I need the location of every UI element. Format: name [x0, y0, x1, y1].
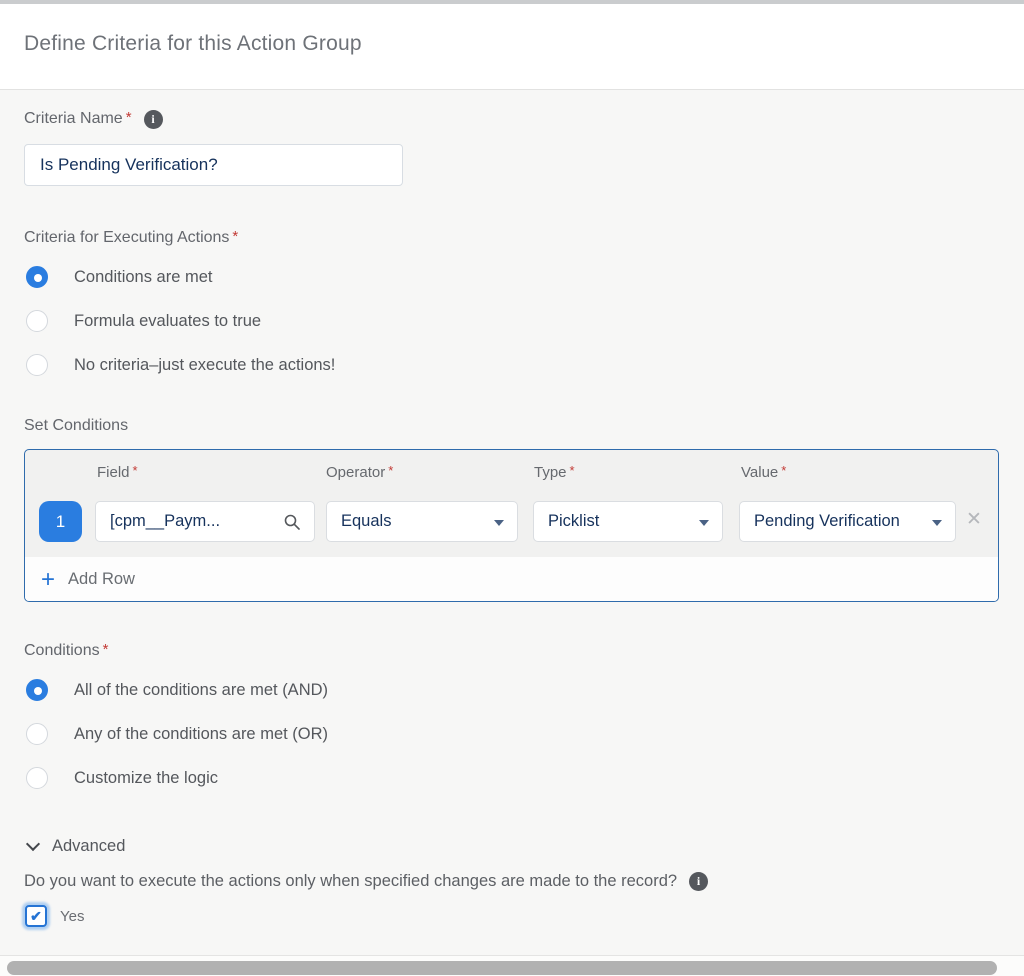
required-asterisk: * [781, 463, 786, 478]
required-asterisk: * [126, 109, 132, 126]
conditions-label-row: Conditions * [24, 641, 1000, 661]
radio-option-conditions-are-met[interactable]: Conditions are met [24, 262, 1000, 292]
radio-unselected-icon[interactable] [26, 723, 48, 745]
horizontal-scrollbar-track [0, 955, 1024, 976]
define-criteria-panel: Define Criteria for this Action Group Cr… [0, 0, 1024, 976]
radio-option-label: Any of the conditions are met (OR) [74, 725, 328, 744]
criteria-name-label-row: Criteria Name * i [24, 109, 1000, 129]
required-asterisk: * [232, 228, 238, 245]
radio-option-label: Customize the logic [74, 769, 218, 788]
field-lookup-value: [cpm__Paym... [110, 512, 220, 531]
radio-unselected-icon[interactable] [26, 767, 48, 789]
yes-checkbox-row[interactable]: ✔ Yes [24, 904, 1000, 928]
panel-header: Define Criteria for this Action Group [0, 4, 1024, 90]
set-conditions-box: Field* Operator* Type* Value* 1 [cpm__Pa… [24, 449, 999, 602]
row-number-badge[interactable]: 1 [39, 501, 82, 542]
radio-selected-icon[interactable] [26, 679, 48, 701]
radio-selected-icon[interactable] [26, 266, 48, 288]
info-icon-glyph: i [697, 874, 700, 889]
horizontal-scrollbar-thumb[interactable] [7, 961, 997, 975]
info-icon[interactable]: i [689, 872, 708, 891]
page-title: Define Criteria for this Action Group [24, 32, 362, 56]
chevron-down-icon [699, 520, 709, 526]
column-header-field: Field* [97, 464, 138, 481]
column-header-operator: Operator* [326, 464, 393, 481]
panel-body: Criteria Name * i Criteria for Executing… [0, 91, 1024, 955]
criteria-name-label: Criteria Name [24, 110, 123, 128]
radio-option-label: No criteria–just execute the actions! [74, 356, 335, 375]
radio-unselected-icon[interactable] [26, 310, 48, 332]
type-select[interactable]: Picklist [533, 501, 723, 542]
conditions-label: Conditions [24, 642, 100, 660]
radio-option-customize-logic[interactable]: Customize the logic [24, 763, 1000, 793]
column-header-type: Type* [534, 464, 575, 481]
value-text: Pending Verification [754, 512, 931, 531]
advanced-question: Do you want to execute the actions only … [24, 872, 677, 891]
operator-select[interactable]: Equals [326, 501, 518, 542]
radio-option-label: Formula evaluates to true [74, 312, 261, 331]
set-conditions-label-row: Set Conditions [24, 416, 1000, 436]
chevron-down-icon [494, 520, 504, 526]
criteria-name-input[interactable] [24, 144, 403, 186]
add-icon: + [41, 568, 55, 592]
chevron-down-icon [932, 520, 942, 526]
radio-option-label: Conditions are met [74, 268, 213, 287]
row-number: 1 [56, 512, 65, 532]
radio-option-formula-evaluates[interactable]: Formula evaluates to true [24, 306, 1000, 336]
radio-unselected-icon[interactable] [26, 354, 48, 376]
required-asterisk: * [103, 641, 109, 658]
field-lookup-input[interactable]: [cpm__Paym... [95, 501, 315, 542]
required-asterisk: * [133, 463, 138, 478]
value-select[interactable]: Pending Verification [739, 501, 956, 542]
info-icon-glyph: i [151, 112, 154, 127]
operator-value: Equals [341, 512, 391, 531]
required-asterisk: * [388, 463, 393, 478]
add-row-button[interactable]: + Add Row [25, 557, 998, 602]
advanced-label: Advanced [52, 837, 125, 856]
search-icon [284, 514, 300, 530]
remove-row-icon[interactable]: ✕ [966, 510, 982, 529]
radio-option-any-or[interactable]: Any of the conditions are met (OR) [24, 719, 1000, 749]
radio-option-all-and[interactable]: All of the conditions are met (AND) [24, 675, 1000, 705]
set-conditions-label: Set Conditions [24, 417, 128, 435]
check-icon: ✔ [30, 908, 42, 925]
yes-checkbox-label: Yes [60, 908, 84, 925]
required-asterisk: * [570, 463, 575, 478]
radio-option-label: All of the conditions are met (AND) [74, 681, 328, 700]
add-row-label: Add Row [68, 570, 135, 589]
radio-option-no-criteria[interactable]: No criteria–just execute the actions! [24, 350, 1000, 380]
type-value: Picklist [548, 512, 599, 531]
yes-checkbox[interactable]: ✔ [25, 905, 47, 927]
column-header-value: Value* [741, 464, 786, 481]
info-icon[interactable]: i [144, 110, 163, 129]
chevron-down-icon [26, 837, 40, 851]
advanced-question-row: Do you want to execute the actions only … [24, 872, 1000, 891]
executing-actions-label: Criteria for Executing Actions [24, 229, 229, 247]
advanced-toggle[interactable]: Advanced [24, 835, 1000, 857]
executing-actions-label-row: Criteria for Executing Actions * [24, 228, 1000, 248]
